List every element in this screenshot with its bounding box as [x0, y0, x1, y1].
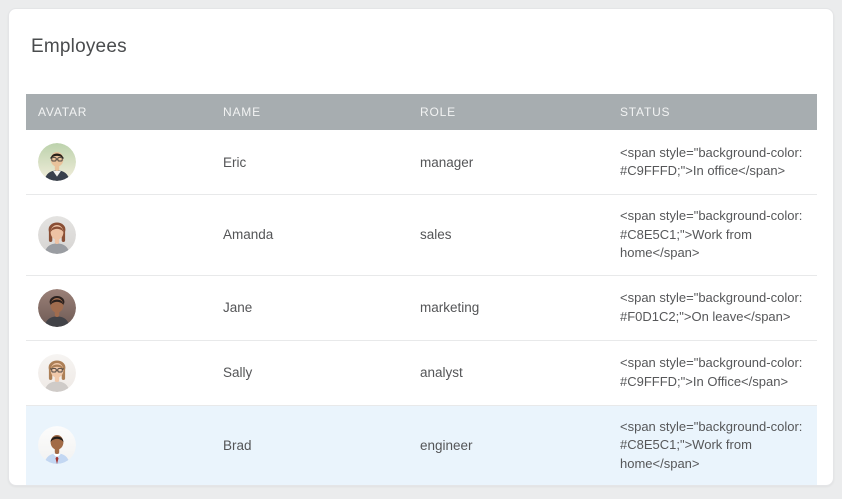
column-header-role: ROLE	[408, 105, 608, 119]
employee-avatar	[38, 289, 76, 327]
table-header-row: AVATAR NAME ROLE STATUS	[26, 94, 817, 130]
table-body: Eric manager <span style="background-col…	[26, 130, 817, 485]
table-row[interactable]: Eric manager <span style="background-col…	[26, 130, 817, 194]
employees-card: Employees AVATAR NAME ROLE STATUS Eric m…	[8, 8, 834, 486]
employee-role: engineer	[408, 406, 608, 486]
employee-status-raw-html: <span style="background-color: #C8E5C1;"…	[608, 406, 817, 486]
avatar-cell	[26, 341, 211, 405]
employee-avatar	[38, 216, 76, 254]
table-row[interactable]: Jane marketing <span style="background-c…	[26, 275, 817, 340]
employee-name: Brad	[211, 406, 408, 486]
table-row[interactable]: Brad engineer <span style="background-co…	[26, 405, 817, 486]
employee-avatar	[38, 354, 76, 392]
employee-role: sales	[408, 195, 608, 275]
employee-role: marketing	[408, 276, 608, 340]
avatar-cell	[26, 195, 211, 275]
employee-avatar	[38, 426, 76, 464]
column-header-name: NAME	[211, 105, 408, 119]
employee-name: Eric	[211, 130, 408, 194]
employee-role: manager	[408, 130, 608, 194]
employee-status-raw-html: <span style="background-color: #C9FFFD;"…	[608, 341, 817, 405]
page-title: Employees	[9, 9, 833, 58]
employee-name: Sally	[211, 341, 408, 405]
employee-avatar	[38, 143, 76, 181]
column-header-avatar: AVATAR	[26, 105, 211, 119]
employee-status-raw-html: <span style="background-color: #F0D1C2;"…	[608, 276, 817, 340]
employees-table: AVATAR NAME ROLE STATUS Eric manager <sp…	[26, 94, 817, 485]
avatar-cell	[26, 130, 211, 194]
employee-role: analyst	[408, 341, 608, 405]
employee-status-raw-html: <span style="background-color: #C8E5C1;"…	[608, 195, 817, 275]
table-row[interactable]: Amanda sales <span style="background-col…	[26, 194, 817, 275]
table-row[interactable]: Sally analyst <span style="background-co…	[26, 340, 817, 405]
column-header-status: STATUS	[608, 105, 817, 119]
employee-name: Amanda	[211, 195, 408, 275]
avatar-cell	[26, 276, 211, 340]
employee-status-raw-html: <span style="background-color: #C9FFFD;"…	[608, 130, 817, 194]
employee-name: Jane	[211, 276, 408, 340]
avatar-cell	[26, 406, 211, 486]
